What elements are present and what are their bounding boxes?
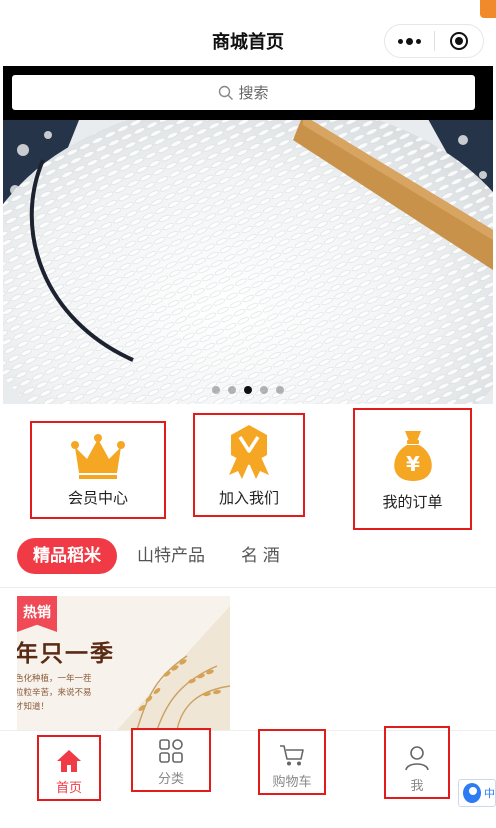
carousel-dot[interactable] [260, 386, 268, 394]
tab-mountain-products[interactable]: 山特产品 [137, 538, 205, 574]
home-icon [57, 750, 81, 772]
close-target-icon[interactable] [434, 25, 483, 57]
section-divider [0, 587, 496, 588]
search-placeholder: 搜索 [238, 85, 269, 102]
money-bag-icon: ¥ [393, 430, 432, 481]
tabbar-me[interactable]: 我 [384, 726, 450, 799]
search-icon [219, 85, 234, 100]
svg-text:¥: ¥ [406, 452, 420, 476]
navigation-bar: 商城首页 [0, 0, 496, 66]
tab-famous-liquor[interactable]: 名 酒 [241, 538, 280, 574]
crown-icon [71, 433, 125, 479]
corner-indicator [480, 0, 496, 18]
tabbar-label: 我 [410, 778, 424, 793]
member-center-button[interactable]: 会员中心 [30, 421, 166, 519]
badge-ribbon-icon [229, 424, 269, 479]
rice-bowl-image [3, 120, 493, 404]
entry-label: 我的订单 [382, 493, 443, 511]
tabbar-home[interactable]: 首页 [37, 735, 101, 801]
entry-label: 加入我们 [218, 489, 279, 507]
carousel-dot-active[interactable] [244, 386, 252, 394]
product-card[interactable]: 热销 年只一季 色化种植，一年一茬 粒粒辛苦，来说不易 才知道！ [17, 596, 230, 730]
product-tagline: 才知道！ [17, 701, 50, 711]
banner-carousel[interactable] [3, 120, 493, 404]
carousel-indicators [3, 386, 493, 394]
entry-label: 会员中心 [67, 489, 128, 507]
tabbar-category[interactable]: 分类 [131, 728, 211, 792]
my-orders-button[interactable]: ¥ 我的订单 [353, 408, 472, 530]
cart-icon [280, 745, 304, 766]
bottom-tab-bar: 首页 分类 购物车 我 [0, 726, 496, 801]
mini-program-capsule [384, 24, 484, 58]
service-avatar-icon [463, 783, 481, 803]
tabbar-label: 分类 [157, 771, 184, 786]
category-tabs: 精品稻米 山特产品 名 酒 [0, 535, 496, 577]
tab-premium-rice[interactable]: 精品稻米 [17, 538, 117, 574]
service-label: 中 [484, 788, 495, 800]
product-tagline: 粒粒辛苦，来说不易 [17, 687, 92, 697]
category-icon [159, 739, 183, 763]
search-bar: 搜索 [3, 66, 493, 120]
tabbar-label: 购物车 [272, 774, 312, 789]
tabbar-label: 首页 [55, 780, 82, 795]
product-headline: 年只一季 [17, 640, 115, 666]
carousel-dot[interactable] [276, 386, 284, 394]
product-tagline: 色化种植，一年一茬 [17, 673, 92, 683]
more-menu-icon[interactable] [385, 25, 434, 57]
quick-entry-grid: 会员中心 加入我们 ¥ 我的订单 [0, 404, 496, 530]
user-icon [405, 746, 429, 771]
join-us-button[interactable]: 加入我们 [193, 413, 305, 517]
search-input[interactable]: 搜索 [12, 75, 475, 110]
tabbar-cart[interactable]: 购物车 [258, 729, 326, 795]
customer-service-button[interactable]: 中 [458, 779, 496, 807]
carousel-dot[interactable] [228, 386, 236, 394]
carousel-dot[interactable] [212, 386, 220, 394]
